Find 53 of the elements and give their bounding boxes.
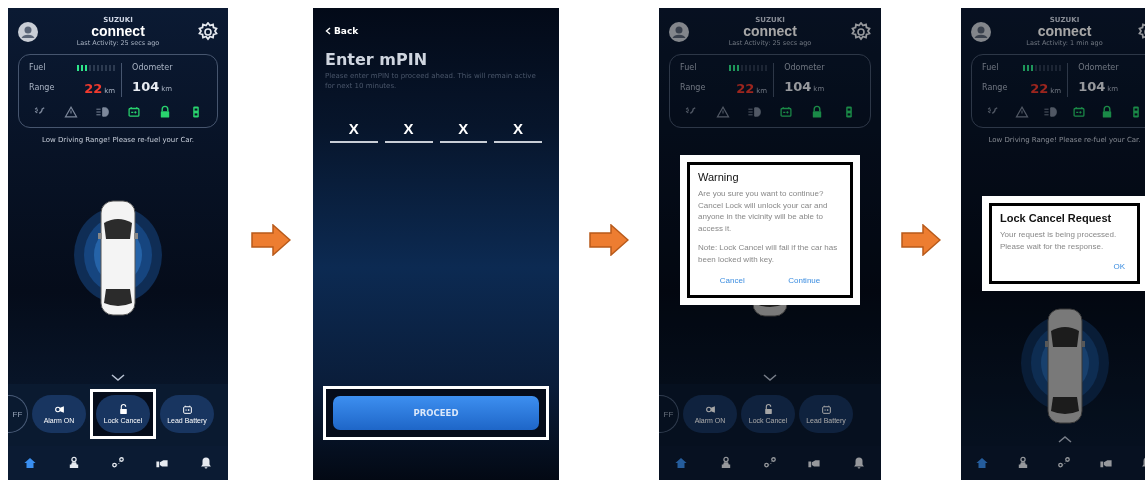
odometer-label: Odometer	[1078, 63, 1120, 72]
dialog-button[interactable]: Continue	[784, 273, 825, 287]
fuel-label: Fuel	[982, 63, 1000, 72]
settings-icon[interactable]	[198, 22, 218, 42]
battery-icon	[181, 404, 193, 415]
arrow-icon	[250, 224, 291, 256]
app-logo-text: connect	[91, 24, 145, 39]
home-icon	[23, 456, 37, 470]
odometer-label: Odometer	[784, 63, 826, 72]
fuel-label: Fuel	[680, 63, 698, 72]
dialog-button[interactable]: Cancel	[715, 273, 749, 287]
chevron-icon[interactable]	[1057, 436, 1072, 443]
pin-field[interactable]: X	[494, 119, 542, 143]
home-icon	[674, 456, 689, 470]
battery-icon	[820, 404, 832, 415]
range-label: Range	[982, 83, 1009, 92]
pin-field[interactable]: X	[330, 119, 378, 143]
range-label: Range	[29, 83, 56, 92]
range-label: Range	[680, 83, 707, 92]
app-logo-text: connect	[743, 24, 797, 39]
dialog-title: Warning	[698, 171, 740, 183]
dialog-message: Your request is being processed. Please wait for the response.	[1000, 229, 1118, 253]
pin-field[interactable]: X	[384, 119, 433, 143]
fuel-label: Fuel	[29, 63, 47, 72]
dialog-title: Lock Cancel Request	[1000, 212, 1113, 224]
home-icon	[974, 456, 989, 470]
arrow-icon	[901, 224, 941, 256]
back-icon	[325, 27, 331, 35]
screen-title: Enter mPIN	[325, 50, 429, 69]
chevron-icon[interactable]	[763, 374, 777, 381]
car-location-icon	[67, 456, 81, 470]
avatar-icon[interactable]	[669, 22, 689, 42]
chevron-icon[interactable]	[111, 374, 125, 381]
back-button[interactable]: Back	[325, 26, 359, 36]
bell-icon	[851, 456, 866, 470]
odometer-label: Odometer	[132, 63, 174, 72]
dialog-message: Are you sure you want to continue? Cancel Lock will unlock your car and anyone in the vicinity will be able to access it.	[698, 188, 829, 235]
dialog-button[interactable]: OK	[1109, 260, 1129, 274]
route-icon	[762, 456, 777, 470]
route-icon	[111, 456, 125, 470]
arrow-icon	[589, 224, 629, 256]
avatar-icon[interactable]	[971, 22, 991, 42]
bell-icon	[199, 456, 213, 470]
app-logo-text: connect	[1037, 24, 1092, 39]
alarm-icon	[704, 404, 716, 415]
route-icon	[1057, 456, 1072, 470]
avatar-icon[interactable]	[18, 22, 38, 42]
dialog-message: Note: Lock Cancel will fail if the car has been locked with key.	[698, 242, 839, 266]
settings-icon[interactable]	[851, 22, 871, 42]
pin-field[interactable]: X	[439, 119, 488, 143]
open-lock-icon	[117, 404, 129, 415]
open-lock-icon	[762, 404, 774, 415]
alarm-icon	[53, 404, 65, 415]
